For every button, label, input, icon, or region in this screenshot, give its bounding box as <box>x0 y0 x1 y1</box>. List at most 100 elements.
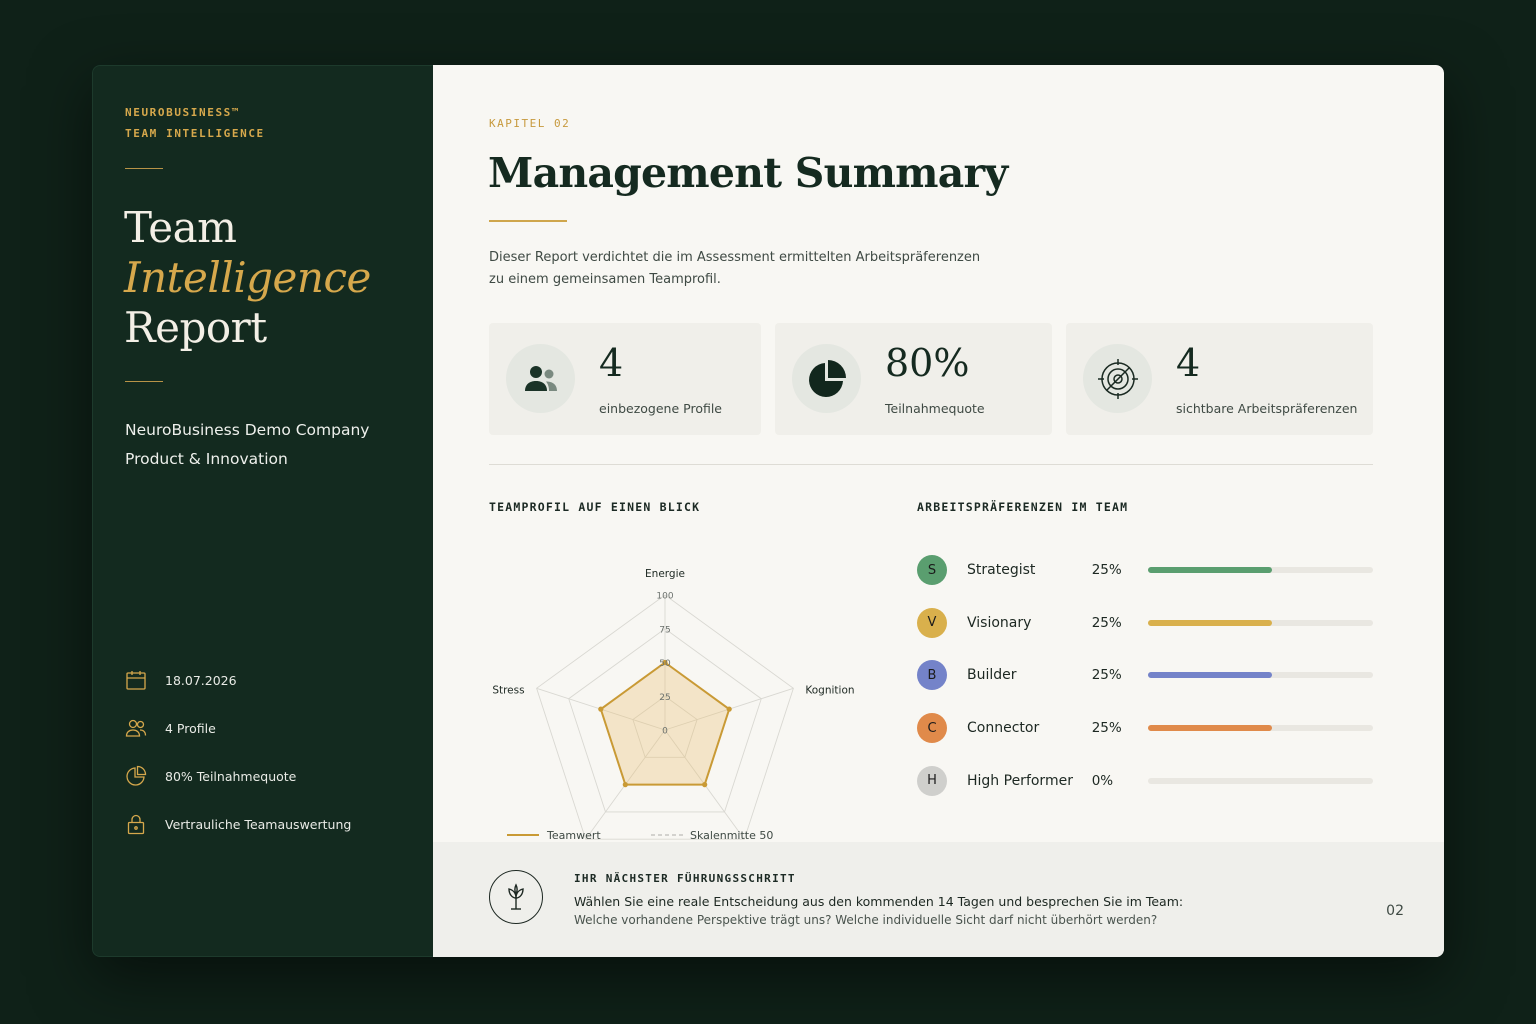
title-line-3: Report <box>124 303 267 352</box>
company-block: NeuroBusiness Demo Company Product & Inn… <box>125 416 369 474</box>
preference-row: H High Performer 0% <box>917 765 1373 797</box>
radar-axis-label: Stress <box>492 684 524 696</box>
kpi-label: Teilnahmequote <box>885 401 985 416</box>
radar-data-point <box>702 782 708 788</box>
meta-text: 4 Profile <box>165 720 216 736</box>
brand: NEUROBUSINESS™ TEAM INTELLIGENCE <box>125 102 265 144</box>
kpi-icon-wrap <box>506 344 575 413</box>
radar-section-title: TEAMPROFIL AUF EINEN BLICK <box>489 500 701 514</box>
calendar-icon <box>126 671 146 690</box>
kpi-value: 80% <box>885 341 970 385</box>
page-title: Management Summary <box>488 149 1008 197</box>
chapter-label: KAPITEL 02 <box>489 117 571 130</box>
brand-line-1: NEUROBUSINESS™ <box>125 106 241 119</box>
pie-chart-icon <box>808 359 846 397</box>
preference-badge: S <box>917 555 947 585</box>
radar-tick-label: 50 <box>659 659 671 669</box>
preference-bar-track <box>1147 672 1373 679</box>
radar-data-point <box>622 782 628 788</box>
preference-row: B Builder 25% <box>917 659 1373 691</box>
preference-name: Visionary <box>967 614 1032 631</box>
report-page: NEUROBUSINESS™ TEAM INTELLIGENCE Team In… <box>92 65 1444 957</box>
meta-profiles: 4 Profile <box>125 704 351 752</box>
preference-bar-track <box>1147 777 1373 784</box>
title-underline <box>489 220 567 222</box>
preference-name: Strategist <box>967 562 1036 578</box>
radar-data-point <box>726 706 732 712</box>
intro-text: Dieser Report verdichtet die im Assessme… <box>489 250 981 287</box>
preferences-section-title: ARBEITSPRÄFERENZEN IM TEAM <box>917 500 1129 514</box>
preference-percent: 25% <box>1091 614 1122 631</box>
preference-bar-fill <box>1147 619 1272 626</box>
meta-text: 18.07.2026 <box>165 672 237 688</box>
kpi-card-preferences: 4 sichtbare Arbeitspräferenzen <box>1066 323 1373 435</box>
preference-percent: 25% <box>1091 720 1122 737</box>
preference-badge: H <box>917 765 947 796</box>
title-line-1: Team <box>124 203 237 252</box>
kpi-card-participation: 80% Teilnahmequote <box>775 323 1052 435</box>
main-content: KAPITEL 02 Management Summary Dieser Rep… <box>433 65 1444 957</box>
kpi-label: sichtbare Arbeitspräferenzen <box>1176 401 1358 416</box>
radar-chart: 0255075100EnergieKognitionRegulationUmse… <box>492 568 854 855</box>
pie-chart-icon <box>126 765 147 786</box>
report-title: Team Intelligence Report <box>124 203 371 353</box>
meta-text: Vertrauliche Teamauswertung <box>165 816 352 832</box>
preference-name: Builder <box>967 667 1017 684</box>
preference-percent: 0% <box>1091 772 1114 789</box>
meta-confidential: Vertrauliche Teamauswertung <box>125 800 351 848</box>
preference-row: V Visionary 25% <box>917 607 1373 639</box>
kpi-icon-wrap <box>792 344 861 413</box>
next-step-footer: IHR NÄCHSTER FÜHRUNGSSCHRITT Wählen Sie … <box>433 842 1444 957</box>
preference-row: S Strategist 25% <box>917 554 1373 586</box>
meta-list: 18.07.2026 4 Profile 80% Teilnahmequote … <box>125 656 351 848</box>
radar-tick-label: 25 <box>659 693 670 703</box>
divider <box>125 168 163 169</box>
divider <box>125 381 163 382</box>
preference-name: High Performer <box>967 772 1073 789</box>
radar-data-point <box>598 706 604 712</box>
preference-bar-fill <box>1147 672 1272 679</box>
preference-percent: 25% <box>1091 667 1122 684</box>
preference-badge: B <box>917 660 947 691</box>
radar-axis-label: Energie <box>645 568 685 580</box>
radar-tick-label: 75 <box>659 625 670 635</box>
preference-percent: 25% <box>1091 562 1122 578</box>
lock-icon <box>127 814 145 835</box>
title-line-2: Intelligence <box>124 253 371 302</box>
department-name: Product & Innovation <box>125 450 288 468</box>
preference-badge: V <box>917 607 947 638</box>
preference-bar-track <box>1147 619 1373 626</box>
legend-teamwert-label: Teamwert <box>546 829 601 842</box>
kpi-label: einbezogene Profile <box>599 401 722 416</box>
section-divider <box>489 464 1373 465</box>
kpi-value: 4 <box>1176 341 1201 385</box>
kpi-card-profiles: 4 einbezogene Profile <box>489 323 761 435</box>
preference-badge: C <box>917 713 947 744</box>
page-number: 02 <box>1386 903 1404 919</box>
preference-name: Connector <box>967 720 1040 737</box>
radar-tick-label: 100 <box>656 592 673 602</box>
plant-icon-wrap <box>489 870 543 924</box>
next-step-line-2: Welche vorhandene Perspektive trägt uns?… <box>574 913 1158 927</box>
sidebar: NEUROBUSINESS™ TEAM INTELLIGENCE Team In… <box>92 65 433 957</box>
brand-line-2: TEAM INTELLIGENCE <box>125 127 265 140</box>
next-step-line-1: Wählen Sie eine reale Entscheidung aus d… <box>574 894 1184 909</box>
kpi-value: 4 <box>599 341 624 385</box>
users-icon <box>125 719 147 737</box>
kpi-icon-wrap <box>1083 344 1152 413</box>
preference-row: C Connector 25% <box>917 712 1373 744</box>
preference-bar-track <box>1147 725 1373 732</box>
target-icon <box>1097 358 1138 399</box>
plant-icon <box>508 883 524 910</box>
radar-axis-label: Kognition <box>805 684 854 696</box>
legend-scale-label: Skalenmitte 50 <box>690 829 773 842</box>
company-name: NeuroBusiness Demo Company <box>125 421 370 439</box>
users-icon <box>524 365 557 391</box>
preference-bar-track <box>1147 567 1373 573</box>
next-step-title: IHR NÄCHSTER FÜHRUNGSSCHRITT <box>574 872 796 885</box>
preference-bar-fill <box>1147 567 1272 573</box>
meta-text: 80% Teilnahmequote <box>165 768 297 784</box>
meta-date: 18.07.2026 <box>125 656 351 704</box>
radar-tick-label: 0 <box>662 727 668 737</box>
radar-series-area <box>599 661 731 786</box>
